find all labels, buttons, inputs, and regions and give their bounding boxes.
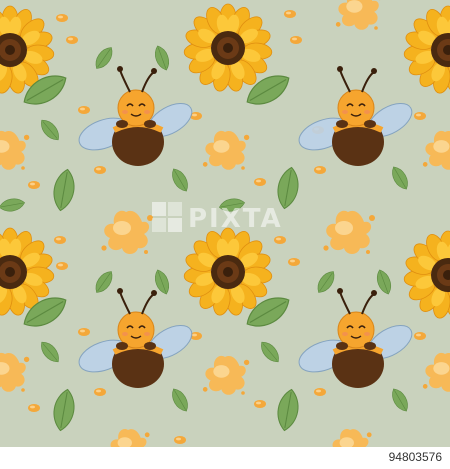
watermark-text: PIXTA (188, 204, 283, 234)
leaf-small-14 (36, 338, 64, 366)
pixta-logo-icon (152, 202, 182, 232)
sunflower-5 (182, 227, 274, 318)
honey-drop-22 (414, 332, 426, 340)
honey-splash-1 (335, 0, 383, 30)
leaf-small-2 (151, 43, 173, 73)
leaf-small-15 (50, 387, 78, 433)
honey-splash-5 (323, 210, 375, 254)
honey-drop-7 (28, 181, 40, 189)
honey-drop-8 (94, 166, 106, 174)
leaf-small-11 (373, 267, 395, 297)
leaf-small-6 (168, 165, 192, 195)
leaf-small-5 (0, 196, 26, 214)
bee-4 (295, 288, 418, 388)
leaf-small-10 (313, 267, 339, 297)
leaf-small-9 (388, 163, 412, 193)
sunflower-6 (402, 230, 450, 321)
honey-splash-3 (422, 130, 450, 170)
leaf-small-17 (274, 387, 302, 433)
honey-drop-4 (290, 36, 302, 44)
honey-drop-11 (54, 236, 66, 244)
honey-splash-6 (0, 130, 30, 170)
honey-drop-9 (254, 178, 266, 186)
bee-3 (75, 288, 198, 388)
leaf-small-12 (91, 267, 117, 297)
honey-drop-10 (314, 166, 326, 174)
image-id: 94803576 (388, 450, 442, 464)
leaf-small-3 (36, 116, 64, 144)
bee-2 (295, 66, 418, 166)
watermark: PIXTA (150, 198, 320, 238)
sunflower-3 (402, 5, 450, 96)
honey-drop-2 (66, 36, 78, 44)
honey-drop-3 (284, 10, 296, 18)
honey-drop-19 (94, 388, 106, 396)
honey-splash-2 (202, 130, 250, 170)
honey-splash-4 (101, 210, 153, 254)
credit-bar: 94803576 (0, 447, 450, 469)
honey-drop-1 (56, 14, 68, 22)
honey-drop-14 (56, 262, 68, 270)
honey-drop-20 (254, 400, 266, 408)
pattern-image: PIXTA 94803576 (0, 0, 450, 469)
honey-drop-15 (288, 258, 300, 266)
honey-splash-7 (202, 355, 250, 395)
leaf-small-1 (91, 43, 117, 73)
sunflower-2 (182, 3, 274, 94)
honey-drop-21 (314, 388, 326, 396)
leaf-small-16 (168, 385, 192, 415)
honey-drop-17 (78, 328, 90, 336)
leaf-small-4 (50, 167, 78, 213)
honey-drop-18 (28, 404, 40, 412)
leaf-small-19 (256, 338, 284, 366)
honey-splash-8 (422, 352, 450, 392)
bee-1 (75, 66, 198, 166)
honey-splash-9 (0, 352, 30, 392)
leaf-small-18 (388, 385, 412, 415)
honey-drop-23 (414, 112, 426, 120)
honey-drop-24 (174, 436, 186, 444)
honey-drop-5 (78, 106, 90, 114)
